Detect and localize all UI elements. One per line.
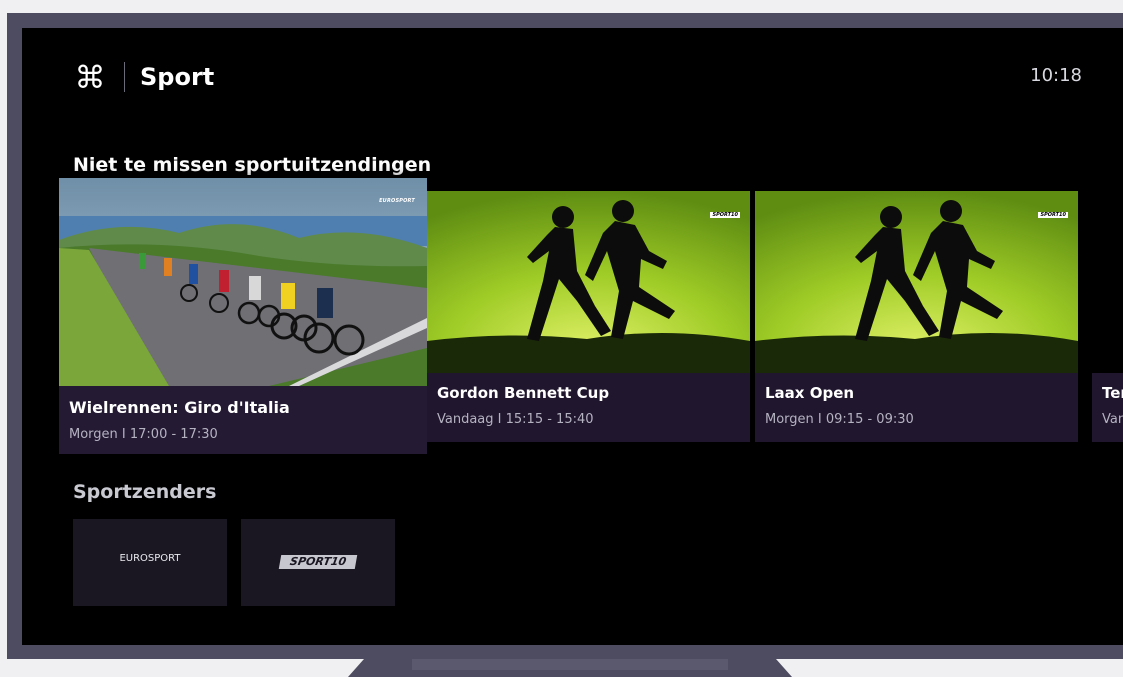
card-meta: Morgen I 17:00 - 17:30 [69, 427, 218, 442]
card-thumbnail [1092, 191, 1123, 373]
card-info: Ter Van [1092, 373, 1123, 442]
channel-tag: EUROSPORT [379, 198, 415, 204]
sport10-logo: SPORT10 [278, 555, 358, 569]
card-thumbnail: SPORT10 [755, 191, 1078, 373]
tv-screen: ⌘ Sport 10:18 Niet te missen sportuitzen… [22, 28, 1123, 645]
section-title-channels: Sportzenders [73, 481, 217, 503]
card-title: Gordon Bennett Cup [437, 384, 610, 402]
card-info: Gordon Bennett Cup Vandaag I 15:15 - 15:… [427, 373, 750, 442]
card-title: Wielrennen: Giro d'Italia [69, 398, 290, 417]
tv-frame: ⌘ Sport 10:18 Niet te missen sportuitzen… [7, 13, 1123, 659]
channel-tag: SPORT10 [710, 212, 740, 218]
featured-card-laax-open[interactable]: SPORT10 Laax Open Morgen I 09:15 - 09:30 [755, 191, 1078, 442]
page-title: Sport [140, 63, 215, 91]
tv-stand-highlight [412, 659, 728, 670]
channel-tile-sport10[interactable]: SPORT10 [241, 519, 395, 606]
featured-card-partial[interactable]: Ter Van [1092, 191, 1123, 442]
card-info: Laax Open Morgen I 09:15 - 09:30 [755, 373, 1078, 442]
featured-card-gordon-bennett[interactable]: SPORT10 Gordon Bennett Cup Vandaag I 15:… [427, 191, 750, 442]
card-title: Laax Open [765, 384, 855, 402]
clock: 10:18 [1030, 65, 1082, 86]
card-thumbnail: SPORT10 [427, 191, 750, 373]
eurosport-logo: EUROSPORT [119, 553, 181, 564]
header-divider [124, 62, 125, 92]
cycling-thumbnail-image [59, 178, 427, 386]
card-meta: Morgen I 09:15 - 09:30 [765, 412, 914, 427]
card-meta: Van [1102, 412, 1123, 427]
card-info: Wielrennen: Giro d'Italia Morgen I 17:00… [59, 386, 427, 454]
runners-thumbnail-image [755, 191, 1078, 373]
card-title: Ter [1102, 384, 1123, 402]
card-meta: Vandaag I 15:15 - 15:40 [437, 412, 594, 427]
featured-card-giro[interactable]: EUROSPORT Wielrennen: Giro d'Italia Morg… [59, 178, 427, 454]
card-thumbnail: EUROSPORT [59, 178, 427, 386]
runners-thumbnail-image [427, 191, 750, 373]
section-title-featured: Niet te missen sportuitzendingen [73, 154, 432, 176]
channel-tag: SPORT10 [1038, 212, 1068, 218]
channel-tile-eurosport[interactable]: EUROSPORT [73, 519, 227, 606]
command-key-icon: ⌘ [74, 60, 106, 96]
